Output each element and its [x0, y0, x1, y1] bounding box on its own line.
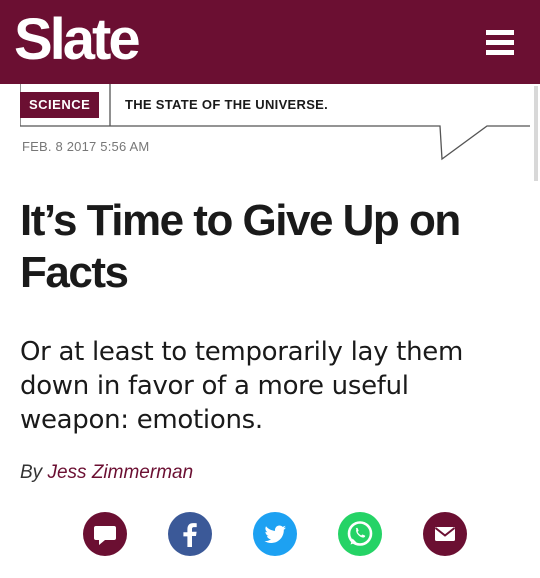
headline-line-1: It’s Time to Give Up on [20, 196, 461, 245]
author-link[interactable]: Jess Zimmerman [47, 462, 193, 483]
comment-icon [83, 512, 127, 556]
article-dek: Or at least to temporarily lay them down… [20, 337, 463, 435]
article-page: Slate SCIENCE THE STATE OF THE UNIVERSE.… [0, 0, 540, 578]
article-headline: It’s Time to Give Up on Facts [20, 195, 520, 299]
site-logo[interactable]: Slate [14, 4, 141, 76]
facebook-button[interactable] [167, 511, 213, 557]
email-button[interactable] [422, 511, 468, 557]
twitter-button[interactable] [252, 511, 298, 557]
twitter-icon [253, 512, 297, 556]
byline-prefix: By [20, 462, 43, 483]
whatsapp-button[interactable] [337, 511, 383, 557]
hamburger-menu-icon[interactable] [486, 30, 514, 55]
whatsapp-icon [338, 512, 382, 556]
section-description: THE STATE OF THE UNIVERSE. [125, 97, 329, 112]
headline-line-2: Facts [20, 248, 129, 297]
email-icon [423, 512, 467, 556]
comment-button[interactable] [82, 511, 128, 557]
site-header: Slate [0, 0, 540, 84]
article-dateline: FEB. 8 2017 5:56 AM [22, 139, 150, 154]
share-buttons [80, 511, 470, 561]
section-bar: SCIENCE THE STATE OF THE UNIVERSE. [20, 84, 530, 161]
article-byline: By Jess Zimmerman [20, 462, 193, 484]
scroll-edge [534, 86, 538, 181]
facebook-icon [168, 512, 212, 556]
section-tag[interactable]: SCIENCE [20, 92, 100, 118]
